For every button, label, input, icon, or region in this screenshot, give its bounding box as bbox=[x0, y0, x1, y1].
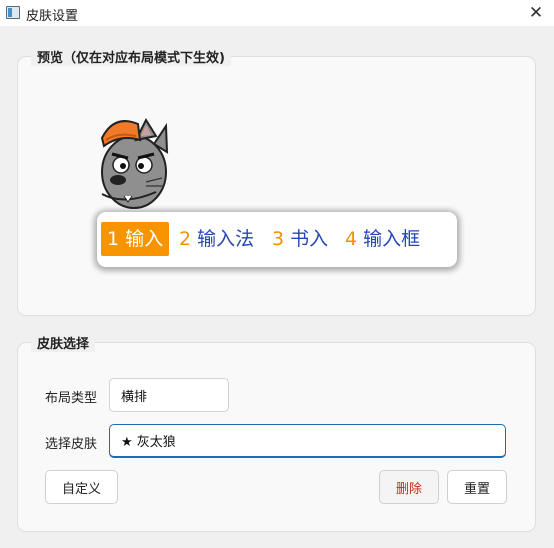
candidate-index: 2 bbox=[179, 228, 192, 250]
selected-skin-value: ★ 灰太狼 bbox=[121, 435, 176, 450]
candidate-text: 书入 bbox=[290, 228, 329, 250]
candidate-index: 4 bbox=[345, 228, 358, 250]
candidate-item-3: 3 书入 bbox=[272, 222, 328, 256]
delete-button[interactable]: 删除 bbox=[379, 470, 439, 504]
layout-type-select[interactable]: 横排 bbox=[109, 378, 229, 412]
layout-type-value: 横排 bbox=[121, 389, 148, 405]
window-title: 皮肤设置 bbox=[26, 9, 79, 24]
select-skin-label: 选择皮肤 bbox=[45, 437, 98, 452]
preview-group-title: 预览（仅在对应布局模式下生效) bbox=[31, 47, 231, 66]
candidate-item-2: 2 输入法 bbox=[179, 222, 254, 256]
candidate-text: 输入法 bbox=[197, 228, 255, 250]
layout-type-label: 布局类型 bbox=[45, 391, 98, 406]
candidate-index: 1 bbox=[107, 228, 120, 250]
custom-button[interactable]: 自定义 bbox=[45, 470, 118, 504]
reset-button[interactable]: 重置 bbox=[447, 470, 507, 504]
skin-select-dropdown[interactable]: ★ 灰太狼 bbox=[109, 424, 506, 458]
skin-select-group-title: 皮肤选择 bbox=[31, 333, 96, 352]
candidate-item-1: 1 输入 bbox=[101, 222, 170, 256]
candidate-window-preview: 1 输入 2 输入法 3 书入 4 输入框 bbox=[97, 212, 457, 267]
candidate-index: 3 bbox=[272, 228, 285, 250]
candidate-item-4: 4 输入框 bbox=[345, 222, 420, 256]
app-window-icon bbox=[6, 6, 20, 19]
title-bar: 皮肤设置 ✕ bbox=[0, 0, 554, 26]
candidate-text: 输入 bbox=[125, 228, 164, 250]
close-button[interactable]: ✕ bbox=[518, 0, 554, 26]
grey-wolf-mascot-image bbox=[100, 117, 169, 209]
candidate-text: 输入框 bbox=[363, 228, 421, 250]
